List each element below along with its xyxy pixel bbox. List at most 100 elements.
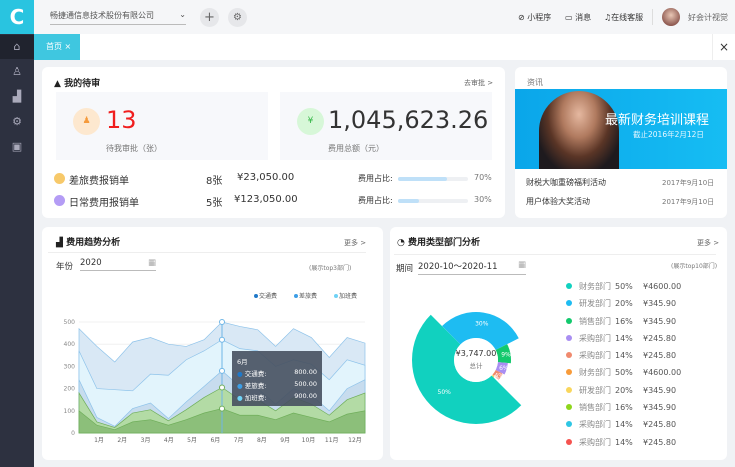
x-tick-label: 8月 [257,437,267,444]
legend-marker [334,294,338,298]
center-total-value: ¥3,747.00 [455,349,497,358]
legend-item[interactable]: 采购部门 14% ¥245.80 [566,330,716,347]
tab-label: 首页 [46,42,62,51]
legend-dept: 采购部门 [579,420,611,430]
news-item[interactable]: 财税大咖重磅福利活动 [526,177,606,188]
legend-marker [566,421,572,428]
expense-type-icon [54,173,65,184]
pending-count[interactable]: 13 [106,106,137,134]
legend-pct: 50% [615,368,633,378]
pending-card: ▲ 我的待审 去审批 > ♟ 13 待我审批（张） ¥ 1,045,623.26… [42,67,505,218]
tab-home[interactable]: 首页 × [34,34,80,60]
close-all-tabs-button[interactable]: × [712,34,735,60]
legend-label[interactable]: 加班费 [339,292,357,300]
legend-marker [566,283,572,289]
x-tick-label: 9月 [280,437,290,444]
ratio-label: 费用占比: [358,196,393,205]
total-box: ¥ 1,045,623.26 费用总额（元） [280,92,492,160]
slice-label: 50% [438,389,452,396]
gear-icon[interactable]: ⚙ [0,110,34,134]
legend-label[interactable]: 交通费 [259,292,277,300]
tooltip-marker: ● [237,394,243,402]
center-total-label: 总计 [469,362,483,370]
chevron-down-icon: ⌄ [179,10,186,19]
hover-point [219,319,225,325]
news-card: 资讯 最新财务培训课程 截止2016年2月12日 财税大咖重磅福利活动 2017… [515,67,727,218]
legend-amount: ¥345.90 [643,299,677,309]
tooltip-row: ● 差旅费: 500.00 [237,380,317,390]
expense-name: 日常费用报销单 [69,198,139,209]
logo[interactable]: C [0,0,34,34]
pending-count-box: ♟ 13 待我审批（张） [56,92,268,160]
legend-item[interactable]: 销售部门 16% ¥345.90 [566,313,716,330]
expense-count: 8张 [206,176,223,187]
stamp-icon: ♟ [73,108,100,135]
expense-amount: ¥23,050.00 [237,172,295,183]
company-name: 畅捷通信息技术股份有限公司 [50,11,154,20]
y-tick-label: 400 [64,341,76,348]
briefcase-icon[interactable]: ▣ [0,135,34,159]
legend-item[interactable]: 销售部门 16% ¥345.90 [566,399,716,416]
avatar[interactable] [662,8,680,26]
slice-label: 30% [475,320,489,327]
legend-amount: ¥4600.00 [643,368,682,378]
settings-button[interactable]: ⚙ [228,8,247,27]
tooltip-value: 800.00 [294,368,317,376]
tooltip-marker: ● [237,382,243,390]
legend-dept: 财务部门 [579,368,611,378]
tooltip-row: ● 交通费: 800.00 [237,368,317,378]
news-date: 2017年9月10日 [662,179,715,187]
people-icon[interactable]: ♙ [0,60,34,84]
legend-item[interactable]: 采购部门 14% ¥245.80 [566,416,716,433]
dept-legend: 财务部门 50% ¥4600.00 研发部门 20% ¥345.90 销售部门 16% ¥345… [566,278,716,451]
user-name[interactable]: 好会计视觉 [688,12,728,23]
legend-label[interactable]: 差旅费 [299,292,317,300]
go-approve-link[interactable]: 去审批 > [464,78,493,88]
tooltip-series: 加班费: [244,394,267,402]
hover-point [219,367,225,374]
legend-item[interactable]: 财务部门 50% ¥4600.00 [566,278,716,295]
legend-dept: 财务部门 [579,282,611,291]
close-icon[interactable]: × [65,42,72,51]
add-button[interactable]: + [200,8,219,27]
legend-dept: 研发部门 [579,385,611,395]
support-link[interactable]: ♫在线客服 [604,12,643,23]
news-title: 资讯 [527,78,543,87]
legend-item[interactable]: 研发部门 20% ¥345.90 [566,295,716,312]
legend-item[interactable]: 研发部门 20% ¥345.90 [566,382,716,399]
company-select[interactable]: 畅捷通信息技术股份有限公司 ⌄ [50,10,186,25]
legend-dept: 采购部门 [579,437,611,447]
expense-row[interactable]: 日常费用报销单 5张 ¥123,050.00 费用占比: 30% [54,193,494,209]
chart-tooltip: 6月 ● 交通费: 800.00 ● 差旅费: 500.00 ● 加班费: 900.00 [232,351,322,406]
legend-marker [566,334,572,341]
chart-icon[interactable]: ▟ [0,85,34,109]
legend-item[interactable]: 采购部门 14% ¥245.80 [566,434,716,451]
ratio-label: 费用占比: [358,174,393,183]
dept-more-link[interactable]: 更多 > [697,238,719,248]
pending-title-text: 我的待审 [64,79,101,89]
divider [652,9,653,25]
pending-title: ▲ 我的待审 [54,79,101,89]
messages-link[interactable]: ▭ 消息 [565,12,591,23]
legend-dept: 研发部门 [579,299,611,309]
legend-marker [566,386,572,393]
expense-count: 5张 [206,198,223,209]
ratio-value: 30% [474,195,492,204]
total-amount: 1,045,623.26 [328,106,489,134]
legend-pct: 16% [615,403,633,413]
legend-marker [294,294,298,298]
expense-row[interactable]: 差旅费报销单 8张 ¥23,050.00 费用占比: 70% [54,171,494,187]
legend-item[interactable]: 采购部门 14% ¥245.80 [566,347,716,364]
legend-pct: 16% [615,316,633,326]
news-banner[interactable]: 最新财务培训课程 截止2016年2月12日 [515,89,727,169]
header: 畅捷通信息技术股份有限公司 ⌄ + ⚙ ⊘ 小程序 ▭ 消息 ♫在线客服 好会计视… [34,0,735,34]
trend-chart: 0 100 200 300 400 500 1月 2月 3月 4月 5月 6月 7月 8月 9月 10月 11月… [64,292,366,444]
y-tick-label: 100 [64,408,76,415]
legend-marker [254,294,258,298]
legend-item[interactable]: 财务部门 50% ¥4600.00 [566,364,716,381]
home-icon[interactable]: ⌂ [0,35,34,59]
tooltip-value: 500.00 [294,380,317,388]
news-item[interactable]: 用户体验大奖活动 [526,196,590,207]
y-tick-label: 500 [64,319,76,326]
mini-program-link[interactable]: ⊘ 小程序 [518,12,551,23]
